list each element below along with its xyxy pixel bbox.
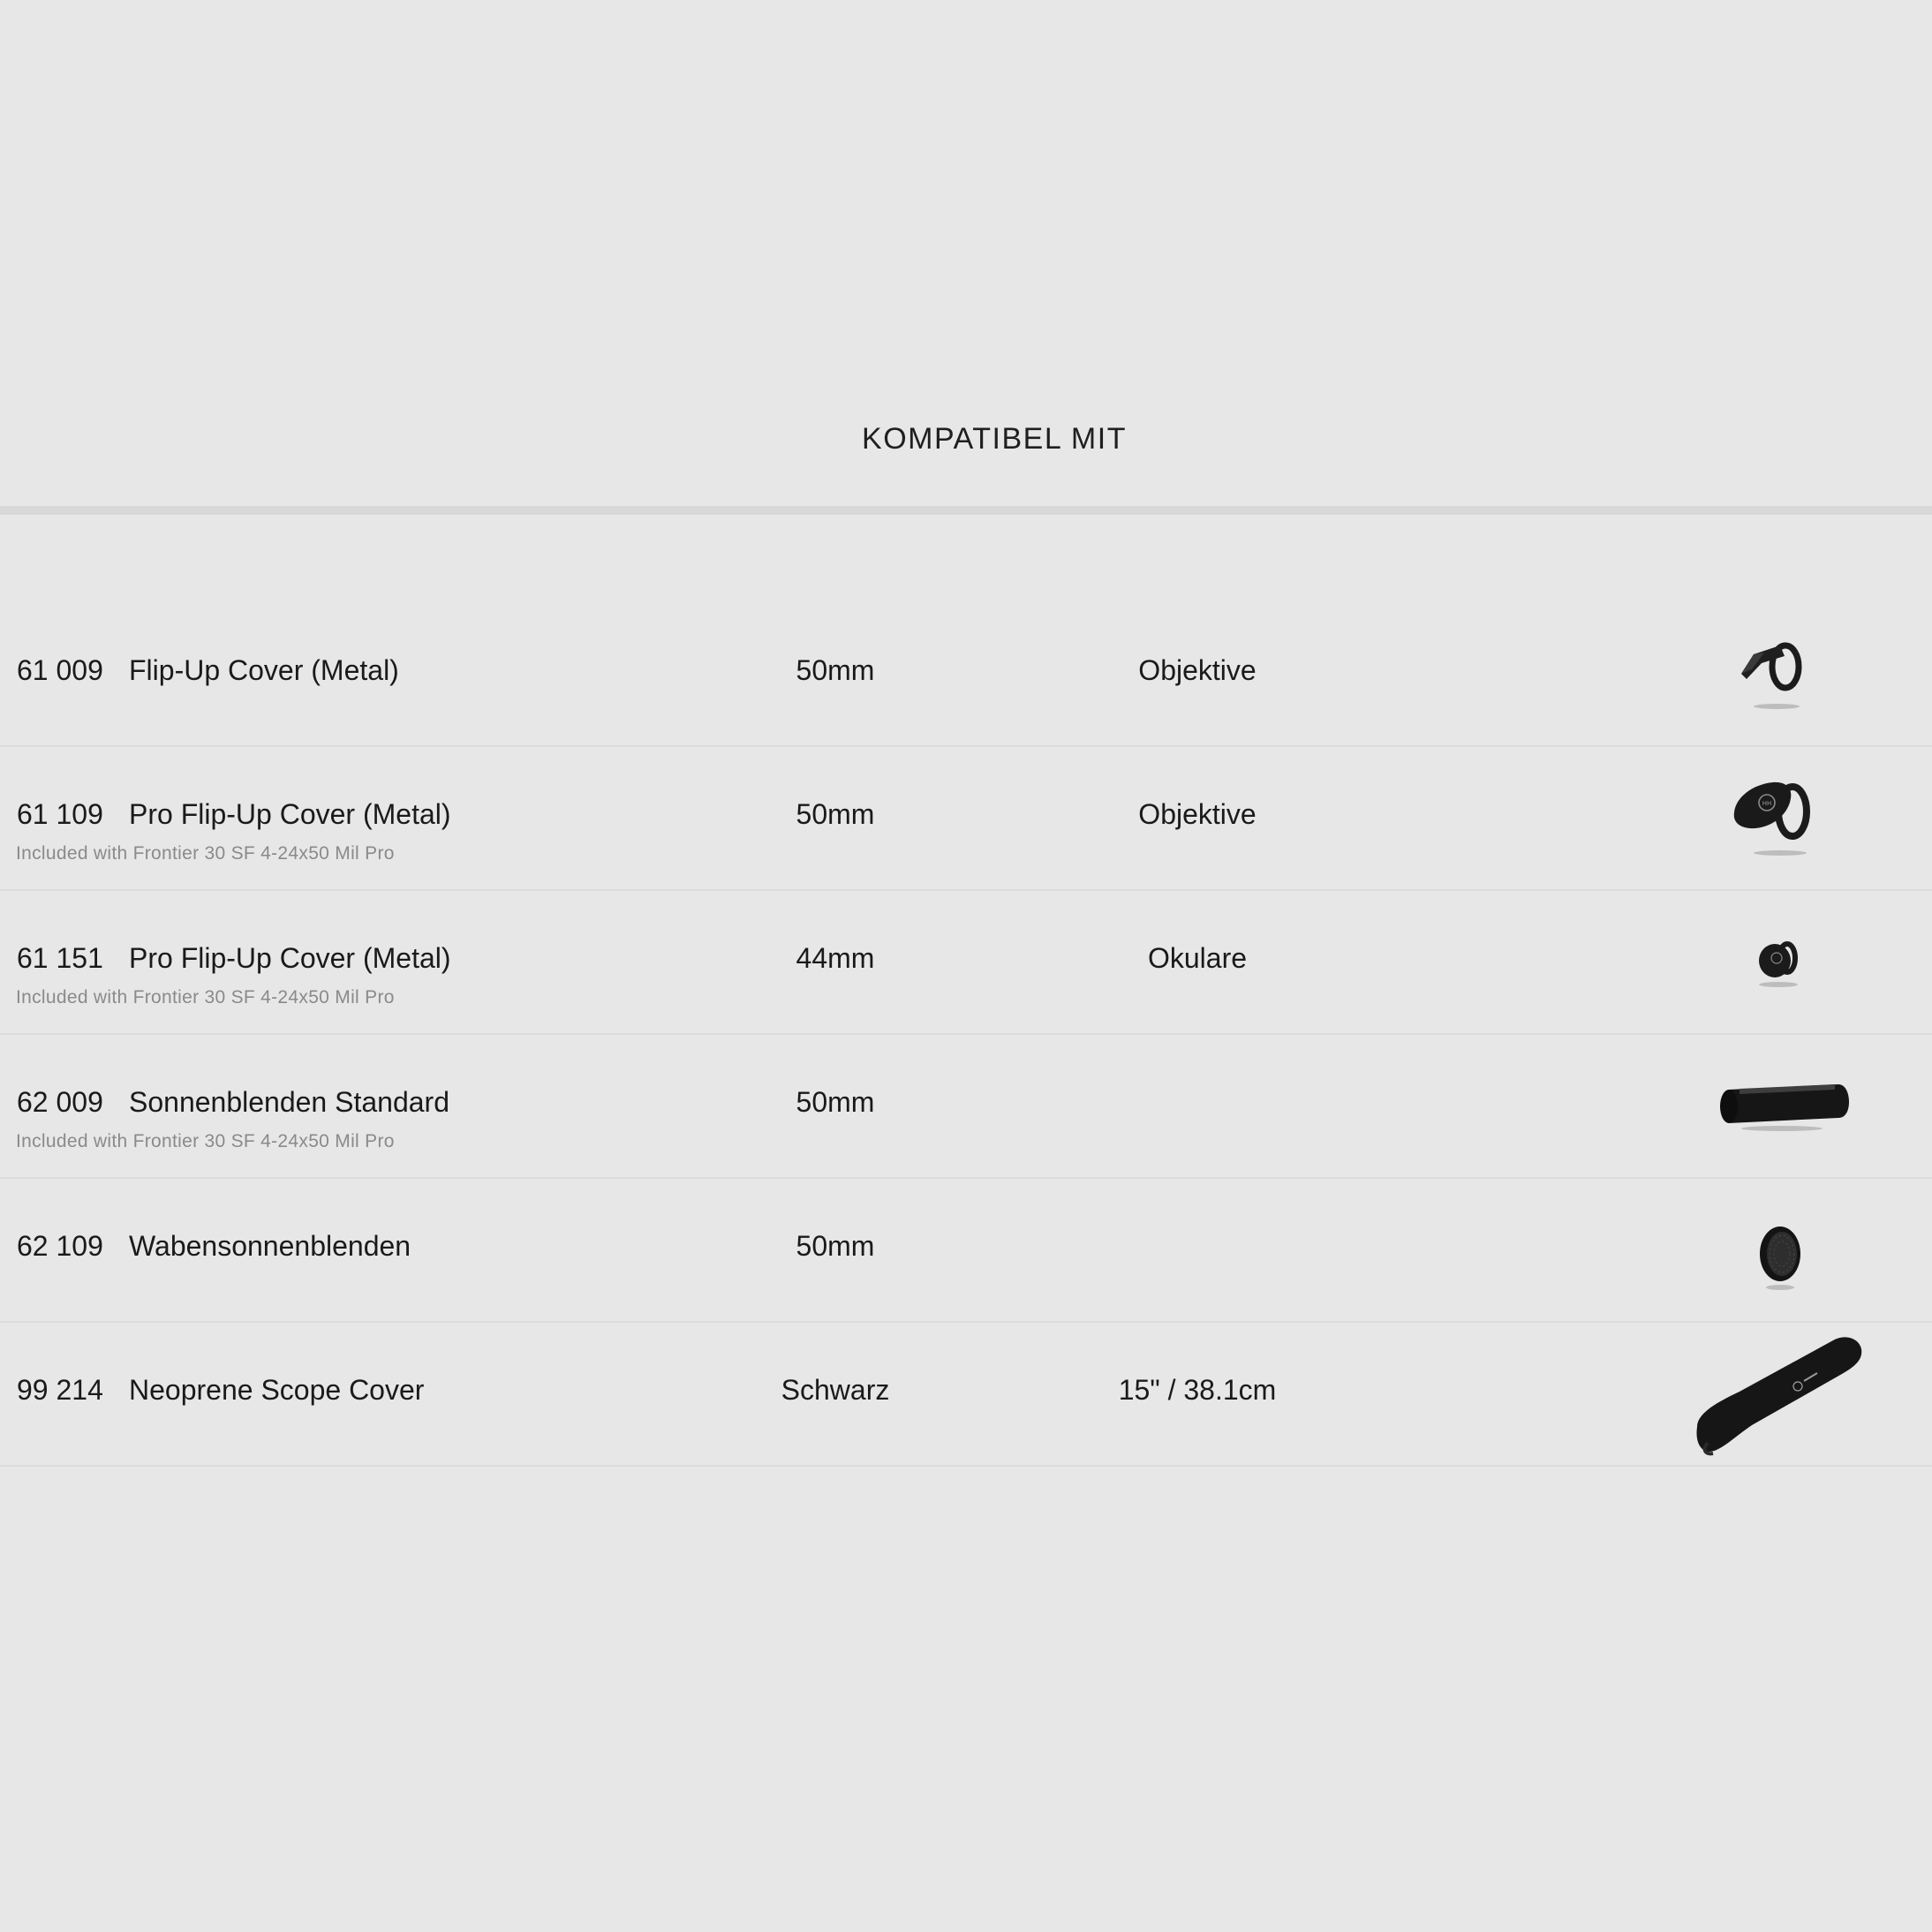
accessory-table: 61 009 Flip-Up Cover (Metal) 50mm Objekt…	[0, 603, 1932, 1467]
sku: 99 214	[17, 1374, 103, 1406]
size: 44mm	[796, 942, 875, 974]
size: 50mm	[796, 654, 875, 686]
fits: Objektive	[1138, 654, 1257, 686]
size: 50mm	[796, 1230, 875, 1262]
included-note: Included with Frontier 30 SF 4-24x50 Mil…	[16, 1131, 395, 1151]
eyepiece-cover-icon[interactable]	[1678, 891, 1881, 1033]
section-title: KOMPATIBEL MIT	[862, 422, 1127, 456]
neoprene-scope-cover-icon[interactable]	[1678, 1323, 1881, 1465]
honeycomb-filter-icon[interactable]	[1678, 1179, 1881, 1321]
size: 50mm	[796, 1086, 875, 1118]
flip-up-cover-icon[interactable]	[1678, 603, 1881, 745]
included-note: Included with Frontier 30 SF 4-24x50 Mil…	[16, 987, 395, 1008]
svg-text:HH: HH	[1762, 800, 1772, 807]
fits: Okulare	[1147, 942, 1248, 974]
product-name[interactable]: Sonnenblenden Standard	[129, 1086, 449, 1119]
sku: 62 009	[17, 1086, 103, 1118]
size: 50mm	[796, 798, 875, 830]
accessory-row[interactable]: 99 214 Neoprene Scope Cover Schwarz 15" …	[0, 1323, 1932, 1467]
product-name[interactable]: Flip-Up Cover (Metal)	[129, 654, 399, 687]
size: Schwarz	[781, 1374, 890, 1406]
included-note: Included with Frontier 30 SF 4-24x50 Mil…	[16, 843, 395, 864]
accessory-row[interactable]: 62 109 Wabensonnenblenden 50mm	[0, 1179, 1932, 1323]
fits: Objektive	[1138, 798, 1257, 830]
product-name[interactable]: Pro Flip-Up Cover (Metal)	[129, 798, 451, 831]
product-name[interactable]: Neoprene Scope Cover	[129, 1374, 424, 1407]
accessory-row[interactable]: 61 151 Pro Flip-Up Cover (Metal) 44mm Ok…	[0, 891, 1932, 1035]
sunshade-tube-icon[interactable]	[1678, 1035, 1881, 1177]
accessory-row[interactable]: 61 009 Flip-Up Cover (Metal) 50mm Objekt…	[0, 603, 1932, 747]
sku: 61 109	[17, 798, 103, 830]
sku: 61 151	[17, 942, 103, 974]
sku: 61 009	[17, 654, 103, 686]
accessory-row[interactable]: 61 109 Pro Flip-Up Cover (Metal) 50mm Ob…	[0, 747, 1932, 891]
title-divider	[0, 506, 1932, 515]
fits: 15" / 38.1cm	[1118, 1374, 1277, 1406]
product-name[interactable]: Wabensonnenblenden	[129, 1230, 411, 1263]
accessory-row[interactable]: 62 009 Sonnenblenden Standard 50mm Inclu…	[0, 1035, 1932, 1179]
product-name[interactable]: Pro Flip-Up Cover (Metal)	[129, 942, 451, 975]
pro-flip-up-cover-icon[interactable]: HH	[1678, 747, 1881, 889]
sku: 62 109	[17, 1230, 103, 1262]
